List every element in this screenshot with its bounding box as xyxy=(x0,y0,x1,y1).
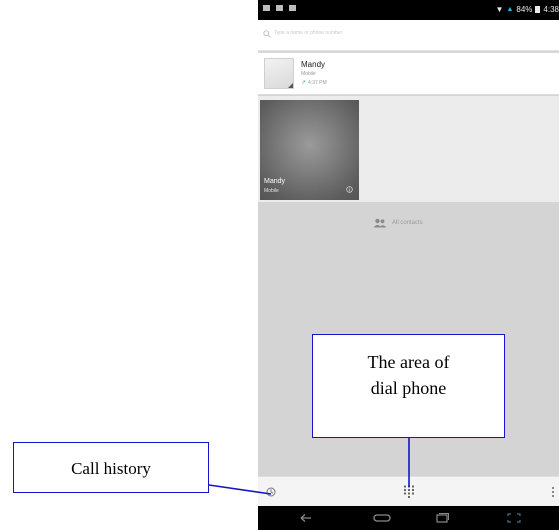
recent-call-time-label: 4:37 PM xyxy=(308,79,327,86)
download-icon xyxy=(289,5,296,11)
dial-callout-line2: dial phone xyxy=(370,378,447,398)
dial-area-callout: The area of dial phone xyxy=(312,334,505,438)
dialpad-icon[interactable] xyxy=(403,485,415,499)
contacts-icon xyxy=(373,218,387,228)
info-icon[interactable] xyxy=(346,186,353,193)
navigation-bar xyxy=(258,506,559,530)
status-bar: ▼ ▲ 84% 4:38 xyxy=(258,0,559,20)
mail-icon xyxy=(263,5,270,11)
bottom-action-bar xyxy=(258,476,559,507)
page: ▼ ▲ 84% 4:38 Type a name or phone number… xyxy=(0,0,559,530)
call-history-callout: Call history xyxy=(13,442,209,493)
battery-icon xyxy=(535,6,541,13)
battery-percent: 84% xyxy=(516,5,533,14)
dial-callout-line1: The area of xyxy=(367,352,450,372)
favorite-type: Mobile xyxy=(264,188,279,194)
phone-screen: ▼ ▲ 84% 4:38 Type a name or phone number… xyxy=(258,0,559,530)
search-icon xyxy=(263,30,271,38)
home-icon[interactable] xyxy=(372,512,392,524)
favorite-tile[interactable]: Mandy Mobile xyxy=(260,100,359,200)
status-indicators: ▼ ▲ 84% 4:38 xyxy=(496,5,559,14)
wifi-icon: ▼ xyxy=(495,5,504,14)
favorite-name: Mandy xyxy=(264,178,286,185)
back-icon[interactable] xyxy=(298,512,314,524)
screenshot-icon[interactable] xyxy=(506,512,522,524)
favorites-row: Mandy Mobile xyxy=(258,96,559,202)
outgoing-call-icon: ↗ xyxy=(301,80,307,86)
more-vert-icon[interactable] xyxy=(551,486,555,498)
image-icon xyxy=(276,5,283,11)
signal-icon: ▲ xyxy=(506,6,514,13)
recent-call-card[interactable]: Mandy Mobile ↗ 4:37 PM xyxy=(258,52,559,95)
search-bar[interactable]: Type a name or phone number xyxy=(258,20,559,51)
recent-call-time: ↗ 4:37 PM xyxy=(301,79,327,87)
all-contacts-button[interactable]: All contacts xyxy=(373,218,423,228)
notification-icons xyxy=(263,5,296,11)
recent-apps-icon[interactable] xyxy=(434,512,450,524)
recent-contact-name: Mandy xyxy=(301,60,326,69)
search-placeholder: Type a name or phone number xyxy=(274,30,343,36)
all-contacts-label: All contacts xyxy=(392,220,423,226)
avatar xyxy=(264,58,294,89)
recent-contact-type: Mobile xyxy=(301,71,316,77)
clock: 4:38 xyxy=(543,5,559,14)
clock-icon[interactable] xyxy=(266,487,276,497)
